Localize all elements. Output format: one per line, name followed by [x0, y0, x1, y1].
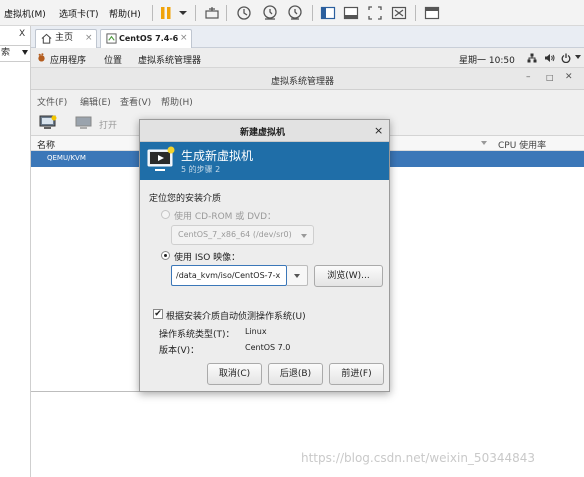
column-name[interactable]: 名称 [37, 138, 55, 151]
dialog-step: 5 的步骤 2 [181, 165, 221, 174]
column-cpu[interactable]: CPU 使用率 [498, 138, 546, 151]
chevron-down-icon [294, 274, 300, 278]
snapshot-restore-icon[interactable] [262, 5, 278, 21]
tab-centos-close[interactable]: × [180, 30, 188, 47]
install-media-label: 定位您的安装介质 [149, 194, 222, 204]
vmm-menu-edit[interactable]: 编辑(E) [80, 95, 111, 108]
snapshot-icon[interactable] [236, 5, 252, 21]
gnome-applications-menu[interactable]: 应用程序 [50, 53, 86, 66]
vmm-title: 虚拟系统管理器 [271, 77, 335, 87]
cdrom-select[interactable]: CentOS_7_x86_64 (/dev/sr0) [171, 225, 314, 245]
console-view-icon[interactable] [343, 5, 359, 21]
home-icon [41, 33, 52, 44]
library-panel: X 索 [0, 26, 31, 477]
vmm-menu-file[interactable]: 文件(F) [37, 95, 67, 108]
forward-button[interactable]: 前进(F) [329, 363, 384, 385]
preferences-icon[interactable] [424, 5, 440, 21]
gnome-clock[interactable]: 星期一 10:50 [459, 53, 515, 66]
os-type-value: Linux [245, 327, 267, 336]
library-close-button[interactable]: X [19, 29, 25, 39]
dialog-banner: 生成新虚拟机 5 的步骤 2 [140, 142, 389, 180]
row-connection: QEMU/KVM [47, 154, 86, 162]
chevron-down-icon[interactable] [175, 5, 191, 21]
cdrom-label: 使用 CD-ROM 或 DVD： [174, 212, 277, 222]
network-icon[interactable] [527, 53, 537, 63]
chevron-down-icon [481, 141, 487, 145]
chevron-down-icon[interactable] [575, 55, 581, 60]
toolbar-separator [195, 5, 196, 21]
autodetect-checkbox[interactable]: ✔ [153, 309, 163, 319]
vmm-menubar: 文件(F) 编辑(E) 查看(V) 帮助(H) [31, 90, 584, 110]
gnome-places-menu[interactable]: 位置 [104, 53, 122, 66]
iso-radio[interactable] [161, 251, 170, 260]
menu-tabs[interactable]: 选项卡(T) [59, 7, 99, 20]
version-value: CentOS 7.0 [245, 343, 291, 352]
dialog-heading: 生成新虚拟机 [181, 149, 254, 163]
open-vm-icon[interactable] [75, 115, 93, 130]
toolbar-separator [152, 5, 153, 21]
toolbar-separator [226, 5, 227, 21]
cancel-button[interactable]: 取消(C) [207, 363, 262, 385]
monitor-icon [147, 146, 175, 171]
send-keys-icon[interactable] [204, 5, 220, 21]
chevron-down-icon[interactable] [22, 50, 28, 55]
snapshot-manager-icon[interactable] [287, 5, 303, 21]
iso-label: 使用 ISO 映像： [174, 253, 241, 263]
vmm-titlebar: 虚拟系统管理器 – □ ✕ [31, 68, 584, 90]
iso-history-dropdown[interactable] [287, 265, 308, 286]
new-vm-icon[interactable] [39, 115, 57, 130]
gnome-foot-icon [38, 53, 45, 62]
vmware-menubar: 虚拟机(M) 选项卡(T) 帮助(H) [0, 0, 584, 26]
volume-icon[interactable] [544, 53, 555, 63]
power-icon[interactable] [561, 53, 571, 63]
gnome-top-bar: 应用程序 位置 虚拟系统管理器 星期一 10:50 [31, 48, 584, 68]
iso-path-input[interactable]: /data_kvm/iso/CentOS-7-x [171, 265, 287, 286]
gnome-app-menu[interactable]: 虚拟系统管理器 [138, 53, 201, 66]
fullscreen-icon[interactable] [367, 5, 383, 21]
tab-centos-label: CentOS 7.4-6 [119, 34, 179, 43]
cdrom-radio[interactable] [161, 210, 170, 219]
menu-vm[interactable]: 虚拟机(M) [4, 7, 46, 20]
back-button[interactable]: 后退(B) [268, 363, 323, 385]
browse-button[interactable]: 浏览(W)... [314, 265, 383, 287]
tab-centos[interactable]: CentOS 7.4-6 × [100, 29, 192, 48]
library-search-text: 索 [1, 48, 11, 58]
toolbar-separator [415, 5, 416, 21]
watermark: https://blog.csdn.net/weixin_50344843 [301, 451, 536, 465]
sidebar-view-icon[interactable] [320, 5, 336, 21]
unity-icon[interactable] [391, 5, 407, 21]
vmm-menu-view[interactable]: 查看(V) [120, 95, 151, 108]
new-vm-dialog: 新建虚拟机 × 生成新虚拟机 5 的步骤 2 定位您的安装介质 使用 CD-RO… [139, 119, 390, 392]
chevron-down-icon [301, 234, 307, 238]
close-icon[interactable]: ✕ [565, 72, 573, 82]
tab-home-close[interactable]: × [85, 30, 93, 47]
pause-icon[interactable] [158, 5, 174, 21]
toolbar-separator [312, 5, 313, 21]
autodetect-label: 根据安装介质自动侦测操作系统(U) [166, 312, 306, 322]
vmm-menu-help[interactable]: 帮助(H) [161, 95, 193, 108]
tab-home[interactable]: 主页 × [35, 29, 97, 48]
dialog-title: 新建虚拟机 [240, 128, 286, 138]
version-label: 版本(V)： [159, 346, 200, 356]
minimize-icon[interactable]: – [526, 72, 531, 82]
tab-home-label: 主页 [55, 33, 74, 43]
iso-path-value: /data_kvm/iso/CentOS-7-x [176, 271, 281, 280]
open-label[interactable]: 打开 [99, 118, 117, 131]
cdrom-select-value: CentOS_7_x86_64 (/dev/sr0) [178, 230, 292, 239]
dialog-titlebar: 新建虚拟机 × [140, 120, 389, 142]
dialog-close-button[interactable]: × [374, 124, 383, 137]
menu-help[interactable]: 帮助(H) [109, 7, 141, 20]
os-type-label: 操作系统类型(T)： [159, 330, 235, 340]
vm-icon [106, 33, 117, 44]
tab-bar: 主页 × CentOS 7.4-6 × [31, 26, 584, 48]
maximize-icon[interactable]: □ [546, 73, 554, 82]
